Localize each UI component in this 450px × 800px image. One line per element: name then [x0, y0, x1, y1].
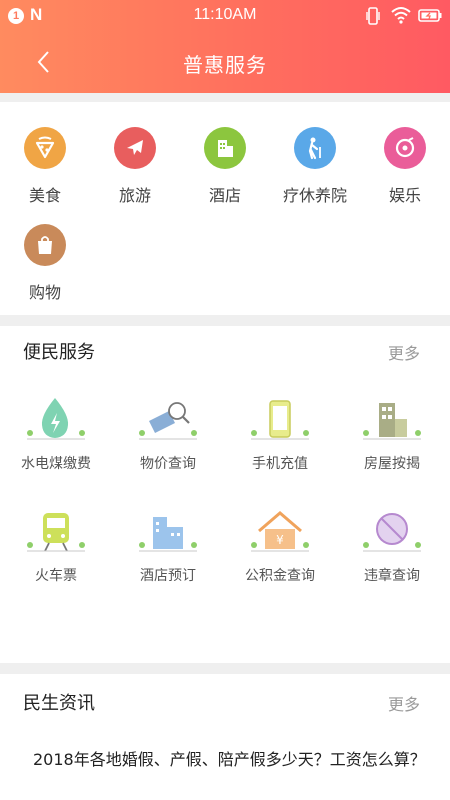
service-train-ticket[interactable]: 火车票 [0, 505, 112, 585]
house-fund-icon: ¥ [251, 511, 309, 552]
divider [0, 93, 450, 102]
service-label: 水电煤缴费 [21, 456, 91, 472]
food-icon [24, 127, 66, 169]
service-hotel-booking[interactable]: 酒店预订 [112, 505, 224, 585]
violation-icon [363, 513, 421, 552]
service-label: 物价查询 [140, 456, 196, 472]
service-label: 酒店预订 [140, 568, 196, 584]
hotel-building-icon [139, 517, 197, 552]
category-label: 美食 [28, 186, 61, 205]
service-phone-recharge[interactable]: 手机充值 [224, 393, 336, 473]
category-travel[interactable]: 旅游 [90, 127, 180, 206]
status-time: 11:10AM [193, 6, 257, 23]
app-header: 普惠服务 [0, 33, 450, 93]
service-label: 火车票 [35, 568, 77, 584]
top-bar: 1 N 11:10AM 普惠服务 [0, 0, 450, 93]
service-utility-payment[interactable]: 水电煤缴费 [0, 393, 112, 473]
divider [0, 663, 450, 674]
service-label: 手机充值 [252, 456, 308, 472]
category-label: 疗休养院 [282, 186, 347, 205]
page-title: 普惠服务 [183, 53, 267, 77]
category-entertainment[interactable]: 娱乐 [360, 127, 450, 206]
shopping-bag-icon [24, 224, 66, 266]
convenience-section-title: 便民服务 [23, 342, 95, 363]
service-housing-fund[interactable]: ¥ 公积金查询 [224, 505, 336, 585]
category-shopping[interactable]: 购物 [0, 224, 90, 303]
category-label: 酒店 [208, 186, 241, 205]
category-label: 旅游 [118, 186, 151, 205]
hotel-icon [204, 127, 246, 169]
price-tag-icon [139, 402, 197, 440]
service-price-check[interactable]: 物价查询 [112, 393, 224, 473]
building-icon [363, 403, 421, 440]
svg-text:¥: ¥ [276, 533, 284, 547]
service-label: 违章查询 [364, 568, 420, 584]
service-violation-check[interactable]: 违章查询 [336, 505, 448, 585]
news-headline[interactable]: 2018年各地婚假、产假、陪产假多少天？工资怎么算？ [33, 748, 433, 771]
music-icon [384, 127, 426, 169]
category-food[interactable]: 美食 [0, 127, 90, 206]
divider [0, 315, 450, 326]
vibrate-icon [366, 7, 380, 25]
train-icon [27, 513, 85, 552]
category-label: 娱乐 [388, 186, 421, 205]
service-label: 公积金查询 [245, 568, 315, 584]
utility-drop-icon [27, 398, 85, 440]
service-label: 房屋按揭 [364, 456, 420, 472]
category-hotel[interactable]: 酒店 [180, 127, 270, 206]
phone-icon [251, 400, 309, 440]
plane-icon [114, 127, 156, 169]
elder-icon [294, 127, 336, 169]
service-mortgage[interactable]: 房屋按揭 [336, 393, 448, 473]
convenience-more-link[interactable]: 更多 [388, 340, 420, 364]
news-more-link[interactable]: 更多 [388, 691, 420, 715]
battery-icon [418, 9, 442, 22]
wifi-icon [391, 7, 411, 24]
category-label: 购物 [28, 283, 61, 302]
status-bar: 1 N 11:10AM [0, 0, 450, 33]
category-sanatorium[interactable]: 疗休养院 [270, 127, 360, 206]
news-section-title: 民生资讯 [23, 693, 95, 714]
